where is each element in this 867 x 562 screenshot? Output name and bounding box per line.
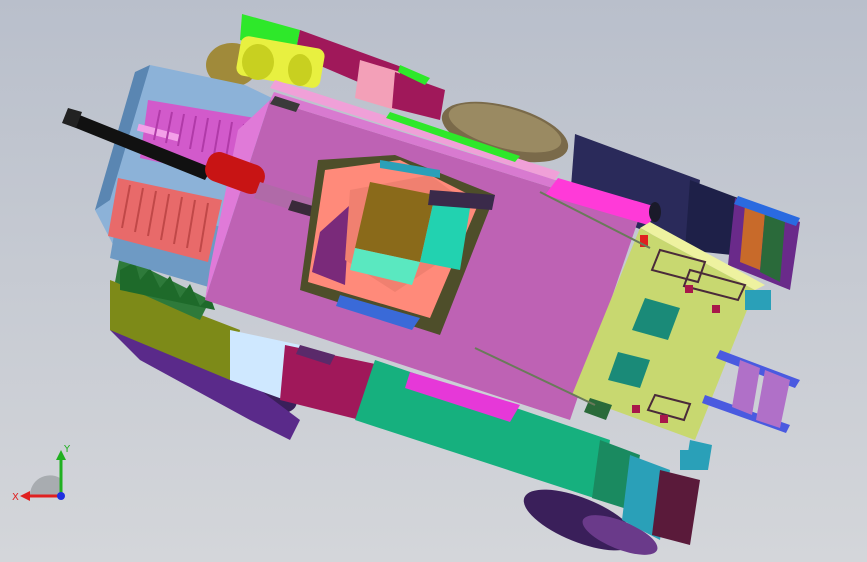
y-axis-label: Y: [63, 444, 71, 455]
triad-base-icon: [29, 475, 60, 496]
axis-triad: Y X: [12, 444, 71, 503]
z-axis-icon: [57, 492, 65, 500]
x-axis-label: X: [12, 492, 19, 503]
x-axis-arrow-icon: [20, 491, 30, 501]
cad-viewport[interactable]: Y X: [0, 0, 867, 562]
assembly-model[interactable]: [0, 0, 867, 562]
